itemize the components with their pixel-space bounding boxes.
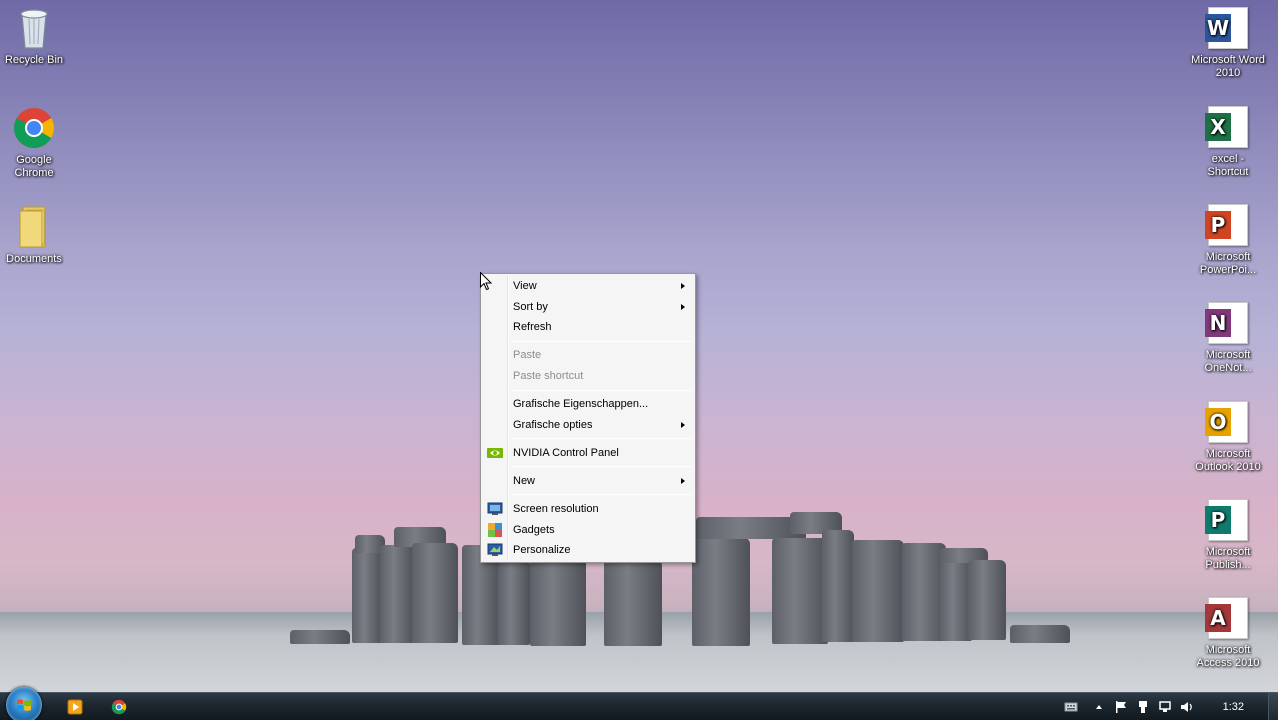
submenu-arrow-icon xyxy=(681,478,685,484)
menu-item-label: Grafische Eigenschappen... xyxy=(513,398,649,410)
chrome-icon xyxy=(12,106,56,150)
desktop-icon-label: Microsoft Access 2010 xyxy=(1196,644,1260,669)
nvidia-icon xyxy=(487,445,503,461)
desktop-icon-onenote[interactable]: N Microsoft OneNot... xyxy=(1190,301,1266,375)
system-tray: 1:32 xyxy=(1060,693,1278,720)
desktop-icon-label: Microsoft OneNot... xyxy=(1204,349,1252,374)
menu-item-label: NVIDIA Control Panel xyxy=(513,447,619,459)
menu-item-paste-shortcut[interactable]: Paste shortcut xyxy=(483,366,693,386)
word-icon: W xyxy=(1205,6,1250,50)
show-desktop-button[interactable] xyxy=(1268,693,1278,720)
menu-item-label: Paste xyxy=(513,349,542,361)
publisher-icon: P xyxy=(1205,498,1250,542)
menu-item-label: New xyxy=(513,475,536,487)
menu-item-label: Gadgets xyxy=(513,524,555,536)
wallpaper-stone xyxy=(380,545,414,643)
wallpaper-stone xyxy=(530,558,586,646)
desktop-icon-google-chrome[interactable]: Google Chrome xyxy=(0,106,72,180)
personalize-icon xyxy=(487,542,503,558)
menu-separator xyxy=(511,466,691,467)
menu-item-grafische-opties[interactable]: Grafische opties xyxy=(483,415,693,435)
menu-item-label: Sort by xyxy=(513,301,548,313)
mouse-cursor-icon xyxy=(480,272,492,291)
desktop-icon-label: Microsoft Publish... xyxy=(1205,546,1251,571)
wallpaper-stone xyxy=(412,543,458,643)
menu-item-refresh[interactable]: Refresh xyxy=(483,317,693,337)
action-center-flag-icon[interactable] xyxy=(1114,700,1128,714)
wallpaper-stone xyxy=(772,538,828,644)
wallpaper-stone xyxy=(604,560,662,646)
menu-item-sort-by[interactable]: Sort by xyxy=(483,297,693,317)
desktop-icon-word[interactable]: W Microsoft Word 2010 xyxy=(1190,6,1266,80)
show-hidden-icon[interactable] xyxy=(1092,700,1106,714)
powerpoint-icon: P xyxy=(1205,203,1250,247)
menu-item-label: Grafische opties xyxy=(513,419,593,431)
desktop-icon-label: Microsoft Word 2010 xyxy=(1191,54,1265,79)
menu-item-grafische-eigenschappen[interactable]: Grafische Eigenschappen... xyxy=(483,394,693,414)
submenu-arrow-icon xyxy=(681,304,685,310)
menu-item-label: Personalize xyxy=(513,544,571,556)
start-button[interactable] xyxy=(6,687,42,720)
menu-item-gadgets[interactable]: Gadgets xyxy=(483,520,693,540)
wallpaper-stone xyxy=(968,560,1006,640)
desktop-icon-recycle-bin[interactable]: Recycle Bin xyxy=(0,6,72,67)
wallpaper-stone xyxy=(352,548,382,643)
taskbar: 1:32 xyxy=(0,687,1278,720)
wallpaper-stone xyxy=(822,530,854,642)
wallpaper-stone xyxy=(852,540,904,642)
taskbar-clock[interactable]: 1:32 xyxy=(1223,701,1244,713)
taskbar-chrome-button[interactable] xyxy=(109,697,129,717)
submenu-arrow-icon xyxy=(681,422,685,428)
access-icon: A xyxy=(1205,596,1250,640)
folder-icon xyxy=(12,205,56,249)
menu-item-label: View xyxy=(513,280,537,292)
desktop-icon-label: excel - Shortcut xyxy=(1207,153,1249,178)
wallpaper-stone xyxy=(1010,625,1070,643)
gadgets-icon xyxy=(487,522,503,538)
menu-item-personalize[interactable]: Personalize xyxy=(483,540,693,560)
usb-device-icon[interactable] xyxy=(1136,700,1150,714)
menu-item-new[interactable]: New xyxy=(483,471,693,491)
taskbar-media-player-button[interactable] xyxy=(65,697,85,717)
desktop-icon-documents[interactable]: Documents xyxy=(0,205,72,266)
desktop-icon-label: Documents xyxy=(6,253,62,265)
desktop-icon-excel[interactable]: X excel - Shortcut xyxy=(1190,105,1266,179)
desktop-icon-powerpoint[interactable]: P Microsoft PowerPoi... xyxy=(1190,203,1266,277)
wallpaper-stone xyxy=(498,560,530,645)
menu-separator xyxy=(511,341,691,342)
desktop-icon-outlook[interactable]: O Microsoft Outlook 2010 xyxy=(1190,400,1266,474)
outlook-icon: O xyxy=(1205,400,1250,444)
menu-item-label: Refresh xyxy=(513,321,552,333)
volume-icon[interactable] xyxy=(1180,700,1194,714)
menu-separator xyxy=(511,438,691,439)
recycle-bin-icon xyxy=(12,6,56,50)
menu-item-nvidia-control-panel[interactable]: NVIDIA Control Panel xyxy=(483,443,693,463)
media-player-icon xyxy=(67,699,83,715)
wallpaper-stone xyxy=(290,630,350,644)
desktop-icon-publisher[interactable]: P Microsoft Publish... xyxy=(1190,498,1266,572)
menu-item-paste[interactable]: Paste xyxy=(483,345,693,365)
desktop-icon-label: Recycle Bin xyxy=(4,54,64,66)
excel-icon: X xyxy=(1205,105,1250,149)
desktop-context-menu: View Sort by Refresh Paste Paste shortcu… xyxy=(480,273,696,563)
onenote-icon: N xyxy=(1205,301,1250,345)
wallpaper-stone xyxy=(692,538,750,646)
menu-item-label: Screen resolution xyxy=(513,503,599,515)
desktop-icon-label: Microsoft Outlook 2010 xyxy=(1195,448,1261,473)
menu-item-label: Paste shortcut xyxy=(513,370,584,382)
menu-item-view[interactable]: View xyxy=(483,276,693,296)
menu-item-screen-resolution[interactable]: Screen resolution xyxy=(483,499,693,519)
chrome-icon xyxy=(111,699,127,715)
menu-separator xyxy=(511,494,691,495)
keyboard-icon[interactable] xyxy=(1064,700,1078,714)
windows-logo-icon xyxy=(17,699,31,711)
monitor-icon xyxy=(487,501,503,517)
desktop-icon-access[interactable]: A Microsoft Access 2010 xyxy=(1190,596,1266,670)
desktop-icon-label: Microsoft PowerPoi... xyxy=(1199,251,1257,276)
submenu-arrow-icon xyxy=(681,283,685,289)
desktop-icon-label: Google Chrome xyxy=(14,154,54,179)
network-icon[interactable] xyxy=(1158,700,1172,714)
menu-separator xyxy=(511,390,691,391)
